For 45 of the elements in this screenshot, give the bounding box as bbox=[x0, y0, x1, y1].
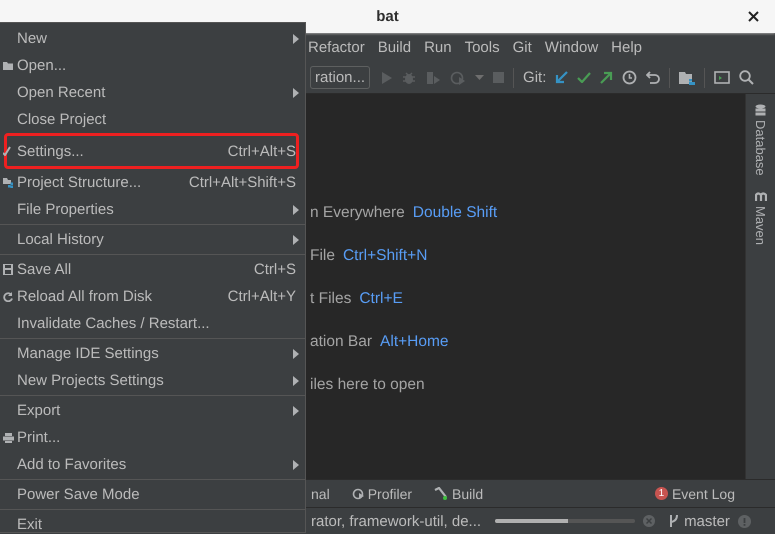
menu-bar-item[interactable]: Refactor bbox=[308, 39, 365, 56]
git-label: Git: bbox=[523, 69, 546, 86]
window-title: bat bbox=[376, 8, 399, 25]
git-branch-widget[interactable]: master bbox=[669, 512, 730, 530]
tool-window-tab[interactable]: Build bbox=[434, 486, 484, 502]
menu-item[interactable]: Add to Favorites bbox=[4, 451, 299, 478]
menu-item[interactable]: Exit bbox=[4, 511, 299, 534]
menu-item[interactable]: Save All Ctrl+S bbox=[4, 256, 299, 283]
menu-item[interactable]: Print... bbox=[4, 424, 299, 451]
shortcut-text: Double Shift bbox=[412, 204, 498, 222]
menu-item[interactable]: Local History bbox=[4, 226, 299, 253]
menu-item[interactable]: Invalidate Caches / Restart... bbox=[4, 310, 299, 337]
tool-window-tab[interactable]: nal bbox=[311, 486, 330, 502]
shortcut-text: Ctrl+Shift+N bbox=[342, 247, 428, 265]
tool-window-button[interactable]: Maven bbox=[753, 192, 768, 245]
tool-window-tab[interactable]: Profiler bbox=[352, 486, 412, 502]
menu-item[interactable]: Export bbox=[4, 397, 299, 424]
shortcut-text: Alt+Home bbox=[380, 333, 449, 351]
menu-bar-item[interactable]: Window bbox=[544, 39, 598, 56]
menu-item[interactable]: New bbox=[4, 25, 299, 52]
menu-item[interactable]: Power Save Mode bbox=[4, 481, 299, 508]
menu-item[interactable]: Manage IDE Settings bbox=[4, 340, 299, 367]
menu-item[interactable]: Project Structure... Ctrl+Alt+Shift+S bbox=[4, 169, 299, 196]
menu-item[interactable]: Settings... Ctrl+Alt+S bbox=[4, 133, 299, 169]
tool-window-button[interactable]: Database bbox=[753, 104, 768, 176]
menu-bar-item[interactable]: Build bbox=[378, 39, 412, 56]
event-log-tab[interactable]: 1 Event Log bbox=[654, 486, 735, 502]
menu-item[interactable]: File Properties bbox=[4, 196, 299, 223]
menu-item[interactable]: Open... bbox=[4, 52, 299, 79]
hint-text: iles here to open bbox=[310, 376, 425, 394]
hint-text: n Everywhere bbox=[310, 204, 405, 222]
run-configuration-dropdown[interactable]: ration... bbox=[310, 66, 370, 89]
hint-text: t Files bbox=[310, 290, 352, 308]
hint-text: ation Bar bbox=[310, 333, 372, 351]
menu-item[interactable]: Open Recent bbox=[4, 79, 299, 106]
background-task-text: rator, framework-util, de... bbox=[311, 512, 482, 530]
menu-bar-item[interactable]: Run bbox=[424, 39, 452, 56]
menu-bar-item[interactable]: Git bbox=[512, 39, 532, 56]
menu-item[interactable]: Reload All from Disk Ctrl+Alt+Y bbox=[4, 283, 299, 310]
shortcut-text: Ctrl+E bbox=[359, 290, 403, 308]
menu-item[interactable]: New Projects Settings bbox=[4, 367, 299, 394]
menu-bar-item[interactable]: Help bbox=[611, 39, 642, 56]
menu-bar-item[interactable]: Tools bbox=[464, 39, 500, 56]
hint-text: File bbox=[310, 247, 335, 265]
menu-item[interactable]: Close Project bbox=[4, 106, 299, 133]
